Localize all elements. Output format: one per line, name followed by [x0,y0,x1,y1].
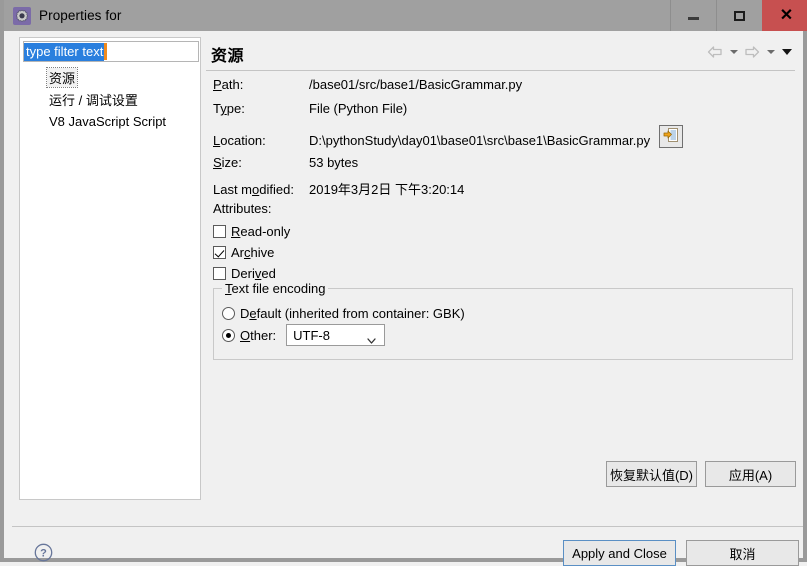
size-value: 53 bytes [309,155,359,170]
property-row-last-modified: Last modified: 2019年3月2日 下午3:20:14 [213,179,793,203]
default-encoding-label: Default (inherited from container: GBK) [240,305,465,321]
chevron-down-icon [766,50,775,54]
radio-row-default-encoding[interactable]: Default (inherited from container: GBK) [222,302,792,324]
back-arrow-icon[interactable] [706,44,724,60]
type-value: File (Python File) [309,101,408,116]
dialog-body: type filter text 资源 运行 / 调试设置 V8 JavaScr… [8,31,807,566]
tree-item-label: 资源 [45,66,79,88]
tree-item-label: V8 JavaScript Script [49,113,167,129]
size-label: Size: [213,155,242,170]
properties-dialog: Properties for ✕ type filter text 资源 运行 … [0,0,807,566]
forward-arrow-icon[interactable] [743,44,761,60]
footer-separator [12,526,803,527]
cancel-button[interactable]: 取消 [686,540,799,566]
forward-history-dropdown[interactable] [764,44,777,60]
header-separator [206,70,795,71]
window-title: Properties for [39,8,122,23]
chevron-down-icon [367,332,376,344]
page-header: 资源 [204,37,799,70]
minimize-button[interactable] [670,0,716,31]
resource-page: 资源 Path: /base01/src/base1/BasicGrammar.… [204,37,799,500]
settings-tree: 资源 运行 / 调试设置 V8 JavaScript Script [20,66,200,132]
svg-text:?: ? [40,548,47,560]
gear-icon [13,6,31,25]
location-label: Location: [213,132,266,148]
archive-checkbox[interactable] [213,246,226,259]
property-row-path: Path: /base01/src/base1/BasicGrammar.py [213,77,793,101]
filter-input[interactable]: type filter text [23,41,199,62]
tree-item-run-debug-settings[interactable]: 运行 / 调试设置 [20,88,200,110]
maximize-icon [734,10,745,21]
chevron-down-icon [729,50,738,54]
checkbox-row-read-only[interactable]: Read-only [213,221,773,242]
chevron-down-icon [781,49,792,55]
text-caret [104,43,108,60]
encoding-select[interactable]: UTF-8 [286,324,386,346]
property-row-type: Type: File (Python File) [213,101,793,125]
path-value: /base01/src/base1/BasicGrammar.py [309,77,523,92]
tree-item-label: 运行 / 调试设置 [49,92,138,108]
close-button[interactable]: ✕ [762,0,807,31]
title-bar: Properties for ✕ [4,0,807,31]
default-encoding-radio[interactable] [222,306,235,320]
open-location-button[interactable] [659,125,683,148]
tree-item-v8-javascript-script[interactable]: V8 JavaScript Script [20,110,200,132]
path-label: Path: [213,77,244,92]
page-menu-dropdown[interactable] [780,44,793,60]
text-file-encoding-legend: Text file encoding [222,281,329,296]
type-label: Type: [213,101,245,116]
restore-defaults-button[interactable]: 恢复默认值(D) [606,461,697,487]
derived-label: Derived [231,266,276,281]
close-icon: ✕ [779,6,794,24]
filter-input-value: type filter text [24,42,105,61]
page-action-buttons: 恢复默认值(D) 应用(A) [606,461,796,487]
property-row-location: Location: D:\pythonStudy\day01\base01\sr… [213,125,793,155]
apply-and-close-button[interactable]: Apply and Close [563,540,676,566]
archive-label: Archive [231,245,275,260]
radio-row-other-encoding[interactable]: Other: UTF-8 [222,324,792,346]
attributes-section: Attributes: Read-only Archive Derived [213,201,773,284]
tree-item-resource[interactable]: 资源 [20,66,200,88]
open-location-icon [663,127,679,146]
property-list: Path: /base01/src/base1/BasicGrammar.py … [213,77,793,203]
property-row-size: Size: 53 bytes [213,155,793,179]
derived-checkbox[interactable] [213,267,226,280]
page-header-tools [706,44,793,60]
attributes-title: Attributes: [213,201,272,216]
encoding-select-value: UTF-8 [293,327,330,343]
dialog-footer-buttons: Apply and Close 取消 [563,540,799,566]
other-encoding-label: Other: [240,327,277,343]
last-modified-value: 2019年3月2日 下午3:20:14 [309,182,465,197]
other-encoding-radio[interactable] [222,328,235,342]
last-modified-label: Last modified: [213,182,294,197]
help-icon[interactable]: ? [34,543,53,562]
read-only-label: Read-only [231,224,291,239]
read-only-checkbox[interactable] [213,225,226,238]
location-value: D:\pythonStudy\day01\base01\src\base1\Ba… [309,132,651,148]
apply-button[interactable]: 应用(A) [705,461,796,487]
maximize-button[interactable] [716,0,762,31]
settings-tree-panel: type filter text 资源 运行 / 调试设置 V8 JavaScr… [19,37,201,500]
page-title: 资源 [211,47,245,65]
window-controls: ✕ [670,0,807,31]
back-history-dropdown[interactable] [727,44,740,60]
checkbox-row-archive[interactable]: Archive [213,242,773,263]
minimize-icon [688,17,699,20]
text-file-encoding-group: Text file encoding Default (inherited fr… [213,281,793,360]
